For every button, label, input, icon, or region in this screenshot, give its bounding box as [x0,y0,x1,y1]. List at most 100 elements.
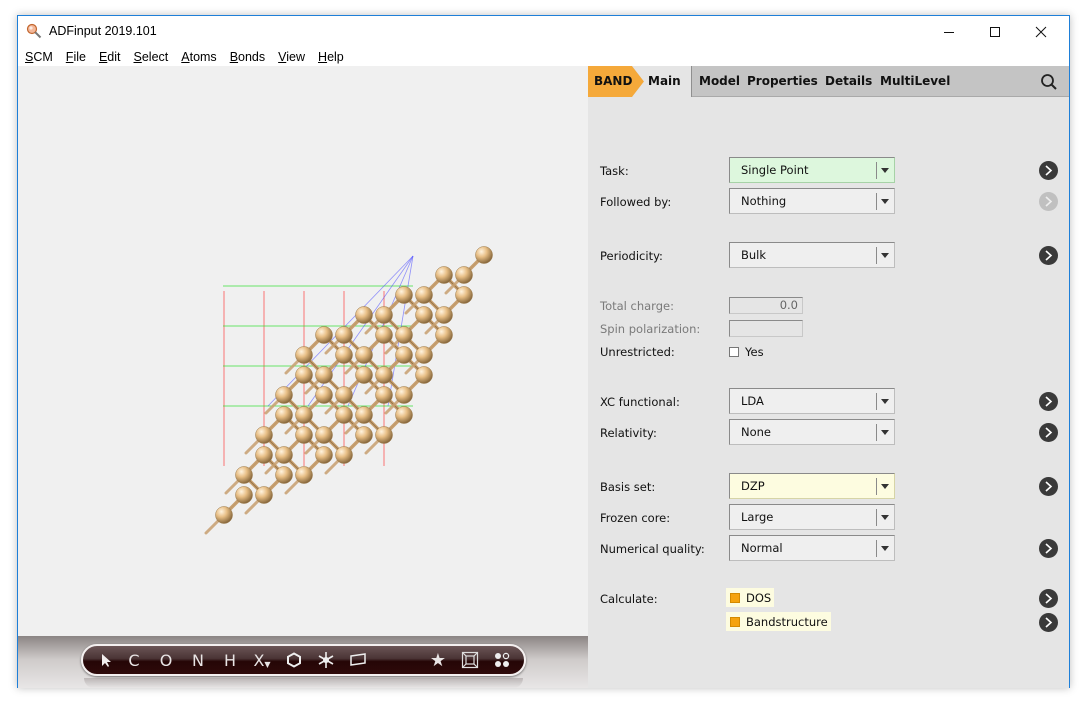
chevron-down-icon [881,399,889,404]
ring-tool-button[interactable] [283,646,305,674]
chevron-right-icon [1045,617,1053,628]
atom-sphere [455,286,473,304]
plane-tool-button[interactable] [347,646,369,674]
xc-functional-details-button[interactable] [1039,392,1058,411]
atom-sphere [435,306,453,324]
select-tool-button[interactable] [95,646,117,674]
basis-set-dropdown[interactable]: DZP [729,473,895,499]
app-window: ADFinput 2019.101 SCM File Edit Select A… [17,15,1070,688]
unrestricted-option-label: Yes [745,345,764,359]
chevron-right-icon [1045,250,1053,261]
calculate-dos-option[interactable]: DOS [726,588,775,607]
pointer-icon [102,654,111,667]
tab-divider [691,66,692,97]
nitrogen-tool-button[interactable]: N [187,646,209,674]
atom-sphere [295,466,313,484]
search-icon[interactable] [1039,72,1059,92]
menu-atoms[interactable]: Atoms [181,50,216,64]
structure-tool-button[interactable] [315,646,337,674]
tab-properties[interactable]: Properties [747,74,818,88]
toolbar-reflection [84,678,523,688]
editing-toolbar: C O N H X ▼ ★ [81,644,526,676]
dropdown-triangle-icon: ▼ [264,659,271,669]
panel-tab-bar: BAND Main Model Properties Details Multi… [588,66,1069,97]
hydrogen-tool-button[interactable]: H [219,646,241,674]
periodicity-details-button[interactable] [1039,246,1058,265]
atom-sphere [315,326,333,344]
chevron-right-icon [1045,593,1053,604]
task-dropdown[interactable]: Single Point [729,157,895,183]
engine-tab-band[interactable]: BAND [588,66,644,97]
other-element-tool-button[interactable]: X ▼ [249,646,275,674]
atom-sphere [395,346,413,364]
favorites-tool-button[interactable]: ★ [427,646,449,674]
unrestricted-checkbox-row[interactable]: Yes [729,345,764,359]
crystal-tool-button[interactable] [459,646,481,674]
bandstructure-checkbox[interactable] [730,616,740,627]
basis-set-details-button[interactable] [1039,477,1058,496]
menu-file[interactable]: File [66,50,86,64]
xc-functional-dropdown[interactable]: LDA [729,388,895,414]
settings-panel: BAND Main Model Properties Details Multi… [588,66,1069,688]
bandstructure-details-button[interactable] [1039,613,1058,632]
oxygen-tool-button[interactable]: O [155,646,177,674]
chevron-down-icon [881,515,889,520]
minimize-button[interactable] [926,16,972,48]
followed-by-dropdown[interactable]: Nothing [729,188,895,214]
menu-bonds[interactable]: Bonds [230,50,265,64]
menu-view[interactable]: View [278,50,305,64]
atom-sphere [415,286,433,304]
plane-icon [350,653,366,666]
atom-sphere [335,386,353,404]
atom-sphere [355,426,373,444]
carbon-tool-button[interactable]: C [123,646,145,674]
calculate-label: Calculate: [600,592,658,606]
relativity-dropdown[interactable]: None [729,419,895,445]
menu-help[interactable]: Help [318,50,344,64]
close-button[interactable] [1018,16,1064,48]
task-details-button[interactable] [1039,161,1058,180]
atom-sphere [315,446,333,464]
chevron-right-icon [1045,481,1053,492]
atom-sphere [375,366,393,384]
menu-edit[interactable]: Edit [99,50,121,64]
atom-sphere [275,466,293,484]
atom-sphere [315,426,333,444]
tab-details[interactable]: Details [825,74,872,88]
atom-sphere [255,446,273,464]
frozen-core-dropdown[interactable]: Large [729,504,895,530]
relativity-details-button[interactable] [1039,423,1058,442]
menu-select[interactable]: Select [134,50,169,64]
atom-sphere [435,266,453,284]
title-bar: ADFinput 2019.101 [18,16,1069,48]
total-charge-field[interactable]: 0.0 [729,297,803,314]
atom-sphere [235,486,253,504]
atom-sphere [415,366,433,384]
dos-details-button[interactable] [1039,589,1058,608]
minimize-icon [944,32,954,33]
molecule-viewer[interactable] [18,66,588,636]
crystal-structure-canvas[interactable] [18,66,588,636]
task-label: Task: [600,164,629,178]
chevron-down-icon [881,168,889,173]
view-tool-button[interactable] [491,646,513,674]
atom-sphere [275,406,293,424]
dos-checkbox[interactable] [730,592,740,603]
menu-scm[interactable]: SCM [25,50,53,64]
followed-by-details-button[interactable] [1039,192,1058,211]
numerical-quality-details-button[interactable] [1039,539,1058,558]
spin-polarization-field[interactable] [729,320,803,337]
unrestricted-checkbox[interactable] [729,347,739,357]
periodicity-dropdown[interactable]: Bulk [729,242,895,268]
calculate-bandstructure-option[interactable]: Bandstructure [726,612,831,631]
atom-sphere [395,286,413,304]
chevron-right-icon [1045,196,1053,207]
chevron-down-icon [881,484,889,489]
maximize-button[interactable] [972,16,1018,48]
periodicity-label: Periodicity: [600,249,663,263]
numerical-quality-dropdown[interactable]: Normal [729,535,895,561]
tab-multilevel[interactable]: MultiLevel [880,74,950,88]
tab-model[interactable]: Model [699,74,740,88]
crystal-box-icon [461,651,479,669]
chevron-down-icon [881,546,889,551]
